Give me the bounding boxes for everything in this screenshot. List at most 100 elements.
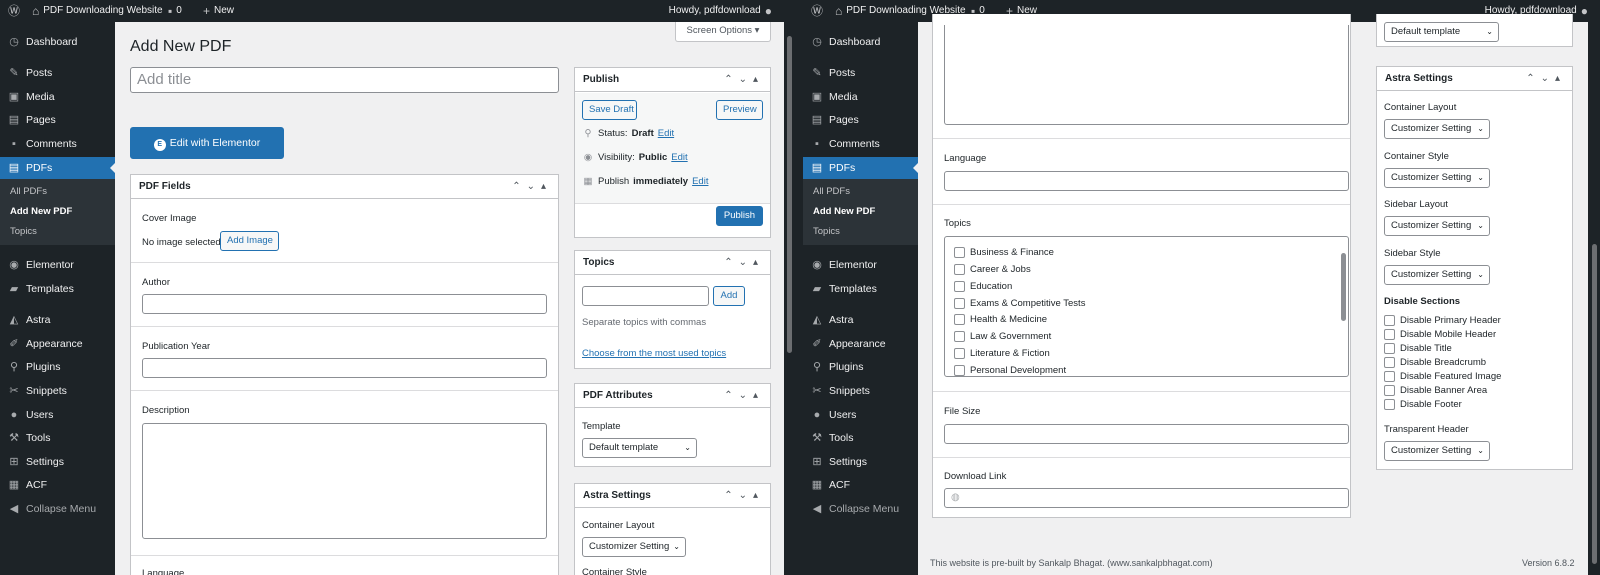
wordpress-logo-icon[interactable]: Ⓦ bbox=[811, 0, 823, 22]
new-content-link[interactable]: + New bbox=[203, 0, 234, 22]
menu-tools[interactable]: ⚒ Tools bbox=[803, 427, 918, 449]
menu-templates[interactable]: ▰ Templates bbox=[0, 278, 115, 300]
menu-settings[interactable]: ⊞ Settings bbox=[803, 451, 918, 473]
download-link-input[interactable]: ◍ bbox=[944, 488, 1349, 508]
publish-header[interactable]: Publish ⌃⌄▴ bbox=[575, 68, 770, 92]
edit-visibility-link[interactable]: Edit bbox=[671, 152, 687, 163]
comments-link[interactable]: ▪ 0 bbox=[168, 0, 182, 22]
sidebar-layout-select[interactable]: Customizer Setting ⌄ bbox=[1384, 216, 1490, 236]
menu-comments[interactable]: ▪ Comments bbox=[803, 133, 918, 155]
container-style-select[interactable]: Customizer Setting ⌄ bbox=[1384, 168, 1490, 188]
disable-footer-checkbox[interactable]: Disable Footer bbox=[1384, 399, 1462, 410]
astra-settings-header[interactable]: Astra Settings ⌃⌄▴ bbox=[575, 484, 770, 508]
disable-breadcrumb-checkbox[interactable]: Disable Breadcrumb bbox=[1384, 357, 1486, 368]
description-textarea[interactable] bbox=[944, 25, 1349, 125]
language-input[interactable] bbox=[944, 171, 1349, 191]
title-input[interactable]: Add title bbox=[130, 67, 559, 93]
author-input[interactable] bbox=[142, 294, 547, 314]
disable-mobile-header-checkbox[interactable]: Disable Mobile Header bbox=[1384, 329, 1496, 340]
topic-checkbox[interactable]: Personal Development bbox=[954, 365, 1066, 376]
howdy-account[interactable]: Howdy, pdfdownload ● bbox=[669, 0, 772, 22]
submenu-all-pdfs[interactable]: All PDFs bbox=[803, 182, 918, 202]
menu-elementor[interactable]: ◉ Elementor bbox=[0, 254, 115, 276]
menu-posts[interactable]: ✎ Posts bbox=[0, 62, 115, 84]
topic-checkbox[interactable]: Career & Jobs bbox=[954, 264, 1031, 275]
template-select[interactable]: Default template ⌄ bbox=[582, 438, 697, 458]
menu-elementor[interactable]: ◉ Elementor bbox=[803, 254, 918, 276]
add-topic-button[interactable]: Add bbox=[713, 286, 745, 306]
publish-button[interactable]: Publish bbox=[716, 206, 763, 226]
menu-pdfs[interactable]: ▤ PDFs bbox=[803, 157, 918, 179]
container-layout-select[interactable]: Customizer Setting ⌄ bbox=[582, 537, 686, 557]
box-controls-icon[interactable]: ⌃⌄▴ bbox=[724, 251, 764, 275]
menu-templates[interactable]: ▰ Templates bbox=[803, 278, 918, 300]
menu-pages[interactable]: ▤ Pages bbox=[0, 109, 115, 131]
menu-comments[interactable]: ▪ Comments bbox=[0, 133, 115, 155]
box-controls-icon[interactable]: ⌃⌄▴ bbox=[512, 175, 552, 199]
pdf-attributes-header[interactable]: PDF Attributes ⌃⌄▴ bbox=[575, 384, 770, 408]
new-topic-input[interactable] bbox=[582, 286, 709, 306]
description-textarea[interactable] bbox=[142, 423, 547, 539]
menu-users[interactable]: ● Users bbox=[0, 404, 115, 426]
box-controls-icon[interactable]: ⌃⌄▴ bbox=[724, 484, 764, 508]
submenu-topics[interactable]: Topics bbox=[0, 222, 115, 242]
disable-featured-image-checkbox[interactable]: Disable Featured Image bbox=[1384, 371, 1501, 382]
collapse-menu[interactable]: ◀ Collapse Menu bbox=[0, 498, 115, 520]
topics-checklist[interactable]: Business & Finance Career & Jobs Educati… bbox=[944, 236, 1349, 377]
topics-scrollbar-thumb[interactable] bbox=[1341, 253, 1346, 321]
menu-pages[interactable]: ▤ Pages bbox=[803, 109, 918, 131]
menu-acf[interactable]: ▦ ACF bbox=[0, 474, 115, 496]
submenu-add-new-pdf[interactable]: Add New PDF bbox=[0, 202, 115, 222]
save-draft-button[interactable]: Save Draft bbox=[582, 100, 637, 120]
file-size-input[interactable] bbox=[944, 424, 1349, 444]
disable-title-checkbox[interactable]: Disable Title bbox=[1384, 343, 1452, 354]
topics-header[interactable]: Topics ⌃⌄▴ bbox=[575, 251, 770, 275]
menu-plugins[interactable]: ⚲ Plugins bbox=[0, 356, 115, 378]
box-controls-icon[interactable]: ⌃⌄▴ bbox=[724, 68, 764, 92]
submenu-add-new-pdf[interactable]: Add New PDF bbox=[803, 202, 918, 222]
menu-dashboard[interactable]: ◷ Dashboard bbox=[0, 31, 115, 53]
container-layout-select[interactable]: Customizer Setting ⌄ bbox=[1384, 119, 1490, 139]
left-pane-scrollbar[interactable] bbox=[784, 22, 795, 575]
topic-checkbox[interactable]: Literature & Fiction bbox=[954, 348, 1050, 359]
menu-astra[interactable]: ◭ Astra bbox=[803, 309, 918, 331]
menu-plugins[interactable]: ⚲ Plugins bbox=[803, 356, 918, 378]
submenu-topics[interactable]: Topics bbox=[803, 222, 918, 242]
collapse-menu[interactable]: ◀ Collapse Menu bbox=[803, 498, 918, 520]
edit-with-elementor-button[interactable]: E Edit with Elementor bbox=[130, 127, 284, 159]
publication-year-input[interactable] bbox=[142, 358, 547, 378]
submenu-all-pdfs[interactable]: All PDFs bbox=[0, 182, 115, 202]
scrollbar-thumb[interactable] bbox=[787, 36, 792, 353]
astra-settings-header[interactable]: Astra Settings ⌃⌄▴ bbox=[1377, 67, 1572, 91]
edit-schedule-link[interactable]: Edit bbox=[692, 176, 708, 187]
topic-checkbox[interactable]: Exams & Competitive Tests bbox=[954, 298, 1085, 309]
menu-posts[interactable]: ✎ Posts bbox=[803, 62, 918, 84]
preview-button[interactable]: Preview bbox=[716, 100, 763, 120]
disable-banner-area-checkbox[interactable]: Disable Banner Area bbox=[1384, 385, 1487, 396]
topic-checkbox[interactable]: Law & Government bbox=[954, 331, 1051, 342]
menu-tools[interactable]: ⚒ Tools bbox=[0, 427, 115, 449]
disable-primary-header-checkbox[interactable]: Disable Primary Header bbox=[1384, 315, 1501, 326]
menu-media[interactable]: ▣ Media bbox=[0, 86, 115, 108]
add-image-button[interactable]: Add Image bbox=[220, 231, 279, 251]
menu-astra[interactable]: ◭ Astra bbox=[0, 309, 115, 331]
template-select[interactable]: Default template ⌄ bbox=[1384, 22, 1499, 42]
right-pane-scrollbar[interactable] bbox=[1588, 22, 1600, 575]
transparent-header-select[interactable]: Customizer Setting ⌄ bbox=[1384, 441, 1490, 461]
menu-users[interactable]: ● Users bbox=[803, 404, 918, 426]
screen-options-button[interactable]: Screen Options ▾ bbox=[675, 22, 771, 42]
scrollbar-thumb[interactable] bbox=[1592, 244, 1597, 564]
box-controls-icon[interactable]: ⌃⌄▴ bbox=[724, 384, 764, 408]
menu-pdfs[interactable]: ▤ PDFs bbox=[0, 157, 115, 179]
topic-checkbox[interactable]: Health & Medicine bbox=[954, 314, 1047, 325]
menu-appearance[interactable]: ✐ Appearance bbox=[0, 333, 115, 355]
menu-media[interactable]: ▣ Media bbox=[803, 86, 918, 108]
topic-checkbox[interactable]: Education bbox=[954, 281, 1012, 292]
menu-dashboard[interactable]: ◷ Dashboard bbox=[803, 31, 918, 53]
menu-acf[interactable]: ▦ ACF bbox=[803, 474, 918, 496]
menu-appearance[interactable]: ✐ Appearance bbox=[803, 333, 918, 355]
menu-snippets[interactable]: ✂ Snippets bbox=[0, 380, 115, 402]
box-controls-icon[interactable]: ⌃⌄▴ bbox=[1526, 67, 1566, 91]
sidebar-style-select[interactable]: Customizer Setting ⌄ bbox=[1384, 265, 1490, 285]
choose-topics-link[interactable]: Choose from the most used topics bbox=[582, 348, 726, 359]
